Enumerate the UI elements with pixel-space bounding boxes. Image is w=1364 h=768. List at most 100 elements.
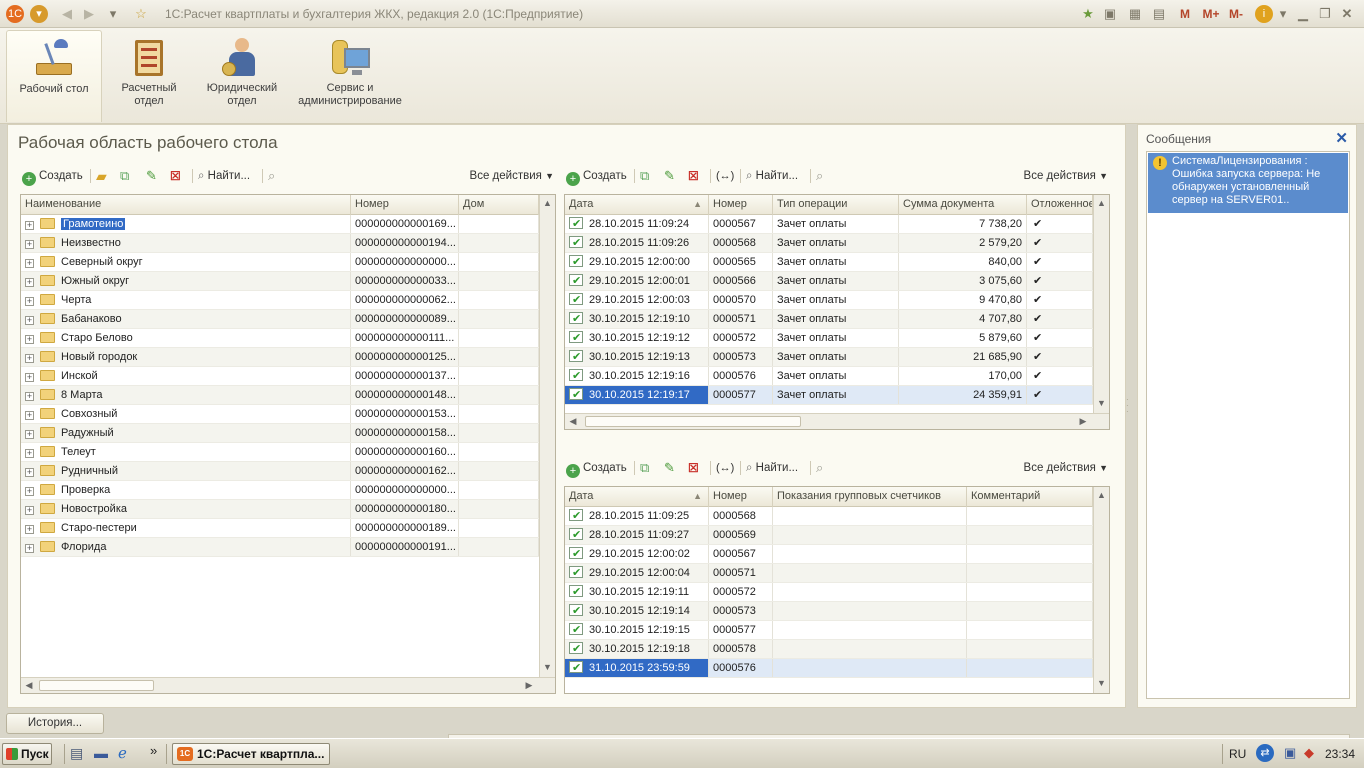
table-row[interactable]: + Черта 000000000000062... [21, 291, 539, 310]
house-cell[interactable] [459, 215, 539, 233]
date-cell[interactable]: 28.10.2015 11:09:26 [565, 234, 709, 252]
expand-icon[interactable]: + [25, 316, 34, 325]
name-cell[interactable]: + Проверка [21, 481, 351, 499]
name-cell[interactable]: + Грамотеино [21, 215, 351, 233]
comment-cell[interactable] [967, 526, 1093, 544]
date-cell[interactable]: 29.10.2015 12:00:02 [565, 545, 709, 563]
number-cell[interactable]: 0000573 [709, 348, 773, 366]
scroll-down-icon[interactable]: ▼ [1094, 675, 1109, 691]
date-cell[interactable]: 28.10.2015 11:09:25 [565, 507, 709, 525]
deferred-cell[interactable]: ✔ [1027, 386, 1093, 404]
expand-icon[interactable]: + [25, 411, 34, 420]
number-cell[interactable]: 000000000000089... [351, 310, 459, 328]
operation-type-cell[interactable]: Зачет оплаты [773, 272, 899, 290]
deferred-cell[interactable]: ✔ [1027, 348, 1093, 366]
number-cell[interactable]: 000000000000191... [351, 538, 459, 556]
table-row[interactable]: + Инской 000000000000137... [21, 367, 539, 386]
number-cell[interactable]: 000000000000162... [351, 462, 459, 480]
horizontal-scrollbar[interactable]: ◀ ▶ [565, 413, 1109, 429]
column-header-operation-type[interactable]: Тип операции [773, 195, 899, 215]
date-cell[interactable]: 28.10.2015 11:09:24 [565, 215, 709, 233]
table-row[interactable]: 28.10.2015 11:09:24 0000567Зачет оплаты7 … [565, 215, 1093, 234]
house-cell[interactable] [459, 405, 539, 423]
all-actions-button[interactable]: Все действия ▼ [1024, 167, 1108, 185]
deferred-cell[interactable]: ✔ [1027, 329, 1093, 347]
expand-icon[interactable]: + [25, 487, 34, 496]
section-billing[interactable]: Расчетный отдел [108, 30, 190, 122]
name-cell[interactable]: + Черта [21, 291, 351, 309]
column-header-comment[interactable]: Комментарий [967, 487, 1093, 507]
history-dropdown-icon[interactable]: ▾ [104, 5, 122, 23]
number-cell[interactable]: 000000000000180... [351, 500, 459, 518]
table-row[interactable]: 28.10.2015 11:09:25 0000568 [565, 507, 1093, 526]
sum-cell[interactable]: 21 685,90 [899, 348, 1027, 366]
expand-icon[interactable]: + [25, 354, 34, 363]
expand-icon[interactable]: + [25, 392, 34, 401]
scroll-left-icon[interactable]: ◀ [565, 414, 581, 429]
scroll-up-icon[interactable]: ▲ [1094, 195, 1109, 211]
name-cell[interactable]: + Телеут [21, 443, 351, 461]
number-cell[interactable]: 0000577 [709, 621, 773, 639]
number-cell[interactable]: 000000000000158... [351, 424, 459, 442]
sum-cell[interactable]: 5 879,60 [899, 329, 1027, 347]
expand-icon[interactable]: + [25, 259, 34, 268]
meter-readings-cell[interactable] [773, 564, 967, 582]
scroll-left-icon[interactable]: ◀ [21, 678, 37, 693]
house-cell[interactable] [459, 519, 539, 537]
column-header-number[interactable]: Номер [709, 487, 773, 507]
number-cell[interactable]: 0000565 [709, 253, 773, 271]
number-cell[interactable]: 0000571 [709, 564, 773, 582]
deferred-cell[interactable]: ✔ [1027, 253, 1093, 271]
close-window-icon[interactable]: ✕ [1338, 5, 1356, 23]
operation-type-cell[interactable]: Зачет оплаты [773, 253, 899, 271]
section-desktop[interactable]: Рабочий стол [6, 30, 102, 122]
number-cell[interactable]: 0000572 [709, 329, 773, 347]
table-row[interactable]: + Проверка 000000000000000... [21, 481, 539, 500]
number-cell[interactable]: 0000576 [709, 367, 773, 385]
sum-cell[interactable]: 9 470,80 [899, 291, 1027, 309]
number-cell[interactable]: 0000568 [709, 234, 773, 252]
comment-cell[interactable] [967, 602, 1093, 620]
house-cell[interactable] [459, 462, 539, 480]
main-menu-icon[interactable]: ▾ [30, 5, 48, 23]
column-header-number[interactable]: Номер [709, 195, 773, 215]
number-cell[interactable]: 000000000000153... [351, 405, 459, 423]
house-cell[interactable] [459, 538, 539, 556]
table-row[interactable]: + Старо-пестери 000000000000189... [21, 519, 539, 538]
create-button[interactable]: + Создать [566, 459, 627, 478]
name-cell[interactable]: + Старо-пестери [21, 519, 351, 537]
post-document-icon[interactable]: (↔) [716, 167, 734, 185]
meter-readings-cell[interactable] [773, 659, 967, 677]
name-cell[interactable]: + Инской [21, 367, 351, 385]
column-header-sum[interactable]: Сумма документа [899, 195, 1027, 215]
memory-m-button[interactable]: M [1178, 5, 1192, 23]
sum-cell[interactable]: 7 738,20 [899, 215, 1027, 233]
table-row[interactable]: + Телеут 000000000000160... [21, 443, 539, 462]
table-row[interactable]: + Старо Белово 000000000000111... [21, 329, 539, 348]
column-header-house[interactable]: Дом [459, 195, 539, 215]
deferred-cell[interactable]: ✔ [1027, 310, 1093, 328]
deferred-cell[interactable]: ✔ [1027, 272, 1093, 290]
sum-cell[interactable]: 4 707,80 [899, 310, 1027, 328]
calendar-icon[interactable]: ▤ [1150, 5, 1168, 23]
house-cell[interactable] [459, 500, 539, 518]
number-cell[interactable]: 000000000000033... [351, 272, 459, 290]
scroll-right-icon[interactable]: ▶ [521, 678, 537, 693]
meter-readings-cell[interactable] [773, 507, 967, 525]
expand-icon[interactable]: + [25, 468, 34, 477]
meter-readings-cell[interactable] [773, 583, 967, 601]
table-row[interactable]: 30.10.2015 12:19:15 0000577 [565, 621, 1093, 640]
number-cell[interactable]: 0000573 [709, 602, 773, 620]
comment-cell[interactable] [967, 640, 1093, 658]
name-cell[interactable]: + Старо Белово [21, 329, 351, 347]
table-row[interactable]: + Новостройка 000000000000180... [21, 500, 539, 519]
name-cell[interactable]: + Новостройка [21, 500, 351, 518]
number-cell[interactable]: 000000000000189... [351, 519, 459, 537]
date-cell[interactable]: 30.10.2015 12:19:10 [565, 310, 709, 328]
operation-type-cell[interactable]: Зачет оплаты [773, 291, 899, 309]
table-row[interactable]: + Южный округ 000000000000033... [21, 272, 539, 291]
network-icon[interactable]: ▣ [1284, 745, 1296, 761]
meter-readings-cell[interactable] [773, 621, 967, 639]
expand-icon[interactable]: + [25, 278, 34, 287]
column-header-date[interactable]: Дата ▲ [565, 487, 709, 507]
